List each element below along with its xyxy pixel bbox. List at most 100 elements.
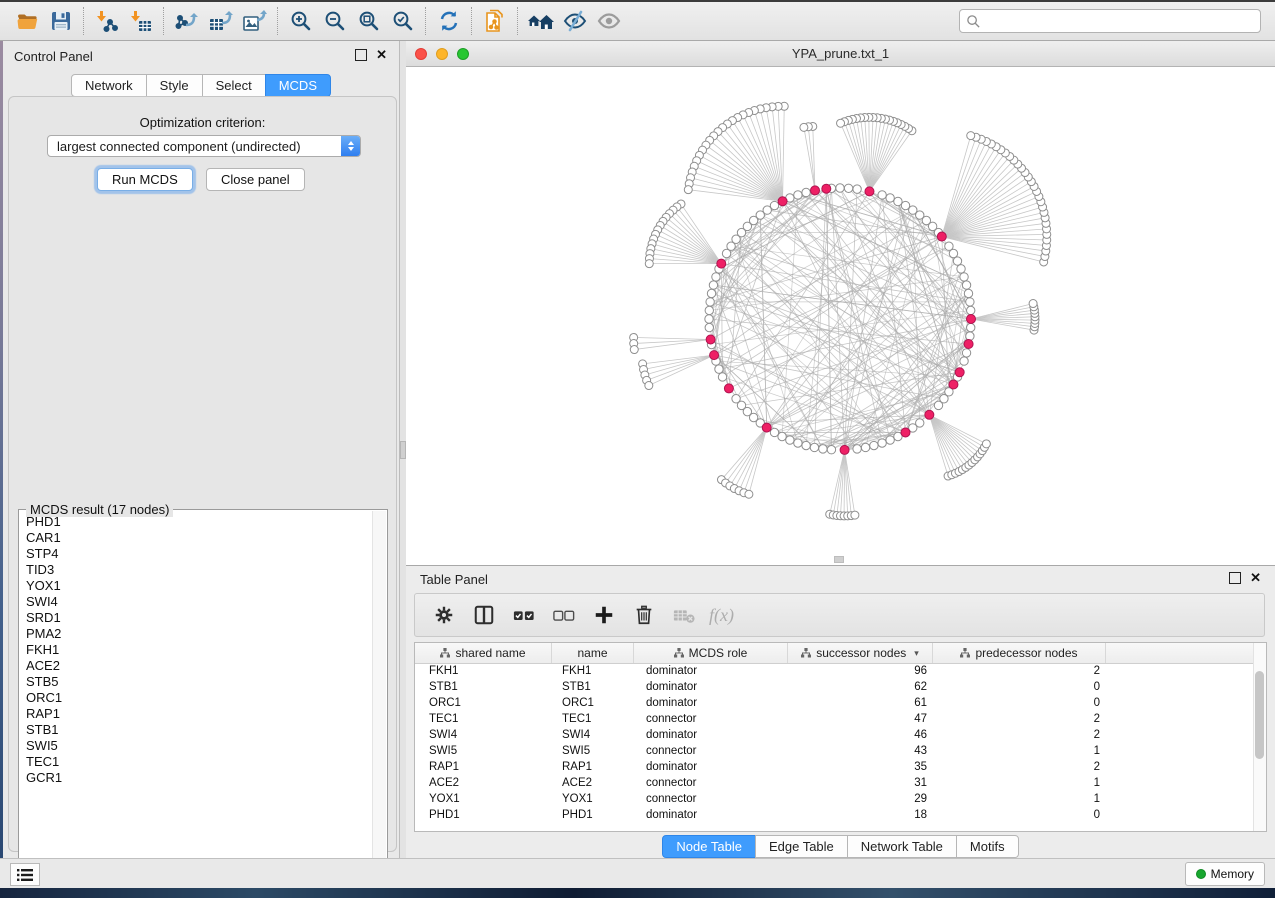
mcds-node[interactable]	[717, 259, 726, 268]
export-network-icon[interactable]	[170, 6, 204, 36]
mcds-result-item[interactable]: CAR1	[20, 530, 370, 546]
mcds-node[interactable]	[967, 315, 976, 324]
table-cell[interactable]: dominator	[634, 729, 788, 741]
table-cell[interactable]: SWI5	[552, 745, 634, 757]
tab-select[interactable]: Select	[202, 74, 266, 97]
tab-edge-table[interactable]: Edge Table	[755, 835, 848, 858]
ring-node[interactable]	[916, 419, 924, 427]
table-row[interactable]: TEC1TEC1connector472	[415, 711, 1254, 727]
mcds-node[interactable]	[762, 423, 771, 432]
table-row[interactable]: SWI4SWI4dominator462	[415, 727, 1254, 743]
ring-node[interactable]	[705, 315, 713, 323]
tab-network-table[interactable]: Network Table	[847, 835, 957, 858]
mcds-node[interactable]	[724, 384, 733, 393]
table-cell[interactable]: RAP1	[415, 761, 552, 773]
table-cell[interactable]: 62	[788, 681, 933, 693]
tab-mcds[interactable]: MCDS	[265, 74, 331, 97]
ring-node[interactable]	[957, 265, 965, 273]
search-input[interactable]	[985, 13, 1254, 29]
table-cell[interactable]: FKH1	[415, 665, 552, 677]
select-all-icon[interactable]	[509, 600, 539, 630]
ring-node[interactable]	[878, 439, 886, 447]
ring-node[interactable]	[962, 281, 970, 289]
mcds-node[interactable]	[901, 428, 910, 437]
import-table-icon[interactable]	[124, 6, 158, 36]
ring-node[interactable]	[886, 436, 894, 444]
table-cell[interactable]: YOX1	[415, 793, 552, 805]
ring-node[interactable]	[802, 188, 810, 196]
mcds-result-item[interactable]: TEC1	[20, 754, 370, 770]
table-cell[interactable]: dominator	[634, 697, 788, 709]
network-splitter-grip[interactable]	[834, 556, 844, 563]
table-cell[interactable]: dominator	[634, 665, 788, 677]
table-row[interactable]: YOX1YOX1connector291	[415, 791, 1254, 807]
table-cell[interactable]: ACE2	[552, 777, 634, 789]
ring-node[interactable]	[802, 441, 810, 449]
ring-node[interactable]	[964, 289, 972, 297]
zoom-selected-icon[interactable]	[386, 6, 420, 36]
mcds-node[interactable]	[840, 445, 849, 454]
table-settings-gear-icon[interactable]	[429, 600, 459, 630]
ring-node[interactable]	[953, 257, 961, 265]
table-cell[interactable]: 46	[788, 729, 933, 741]
leaf-node[interactable]	[630, 346, 638, 354]
ring-node[interactable]	[901, 201, 909, 209]
table-cell[interactable]: 31	[788, 777, 933, 789]
leaf-node[interactable]	[645, 382, 653, 390]
table-cell[interactable]: TEC1	[415, 713, 552, 725]
task-history-list-icon[interactable]	[10, 863, 40, 886]
criterion-dropdown[interactable]: largest connected component (undirected)	[47, 135, 361, 157]
table-cell[interactable]: SWI4	[415, 729, 552, 741]
leaf-node[interactable]	[684, 186, 692, 194]
ring-node[interactable]	[715, 365, 723, 373]
mcds-node[interactable]	[925, 410, 934, 419]
run-mcds-button[interactable]: Run MCDS	[97, 168, 193, 191]
show-all-eye-icon[interactable]	[592, 6, 626, 36]
table-cell[interactable]: STB1	[552, 681, 634, 693]
table-cell[interactable]: 1	[933, 777, 1106, 789]
leaf-node[interactable]	[800, 123, 808, 131]
mcds-result-item[interactable]: RAP1	[20, 706, 370, 722]
mcds-result-item[interactable]: PHD1	[20, 514, 370, 530]
table-cell[interactable]: connector	[634, 713, 788, 725]
table-scrollbar[interactable]	[1253, 643, 1266, 831]
tab-motifs[interactable]: Motifs	[956, 835, 1019, 858]
leaf-node[interactable]	[1029, 300, 1037, 308]
hide-selected-eye-slash-icon[interactable]	[558, 6, 592, 36]
ring-node[interactable]	[709, 281, 717, 289]
ring-node[interactable]	[960, 273, 968, 281]
table-row[interactable]: FKH1FKH1dominator962	[415, 663, 1254, 679]
column-header-mcds-role[interactable]: MCDS role	[634, 643, 788, 663]
ring-node[interactable]	[861, 443, 869, 451]
ring-node[interactable]	[853, 445, 861, 453]
ring-node[interactable]	[705, 323, 713, 331]
ring-node[interactable]	[718, 373, 726, 381]
table-cell[interactable]: 29	[788, 793, 933, 805]
delete-trash-icon[interactable]	[629, 600, 659, 630]
refresh-layout-icon[interactable]	[432, 6, 466, 36]
table-cell[interactable]: 1	[933, 745, 1106, 757]
network-graph[interactable]	[406, 67, 1275, 565]
tab-style[interactable]: Style	[146, 74, 203, 97]
ring-node[interactable]	[778, 432, 786, 440]
table-cell[interactable]: SWI5	[415, 745, 552, 757]
leaf-node[interactable]	[851, 511, 859, 519]
add-column-plus-icon[interactable]	[589, 600, 619, 630]
ring-node[interactable]	[945, 242, 953, 250]
table-cell[interactable]: 0	[933, 681, 1106, 693]
table-row[interactable]: SWI5SWI5connector431	[415, 743, 1254, 759]
column-header-shared-name[interactable]: shared name	[415, 643, 552, 663]
float-table-panel-icon[interactable]	[1229, 572, 1241, 584]
ring-node[interactable]	[966, 332, 974, 340]
close-panel-icon[interactable]: ✕	[376, 50, 387, 60]
table-cell[interactable]: 2	[933, 665, 1106, 677]
export-table-icon[interactable]	[204, 6, 238, 36]
leaf-node[interactable]	[982, 440, 990, 448]
new-network-from-selection-icon[interactable]	[478, 6, 512, 36]
table-row[interactable]: PHD1PHD1dominator180	[415, 807, 1254, 823]
table-cell[interactable]: 43	[788, 745, 933, 757]
table-scrollbar-thumb[interactable]	[1255, 671, 1264, 759]
table-cell[interactable]: 0	[933, 697, 1106, 709]
mcds-result-item[interactable]: SWI4	[20, 594, 370, 610]
table-cell[interactable]: 2	[933, 713, 1106, 725]
